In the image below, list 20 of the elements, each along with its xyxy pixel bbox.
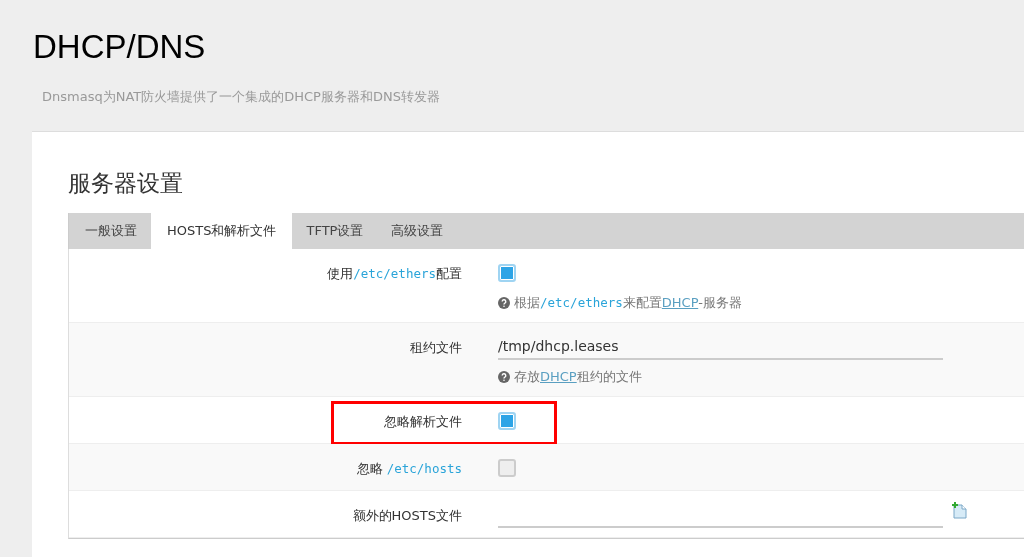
tab[interactable]: TFTP设置: [292, 213, 378, 249]
field-label: 忽略 /etc/hosts: [355, 460, 462, 478]
page-title: DHCP/DNS: [33, 28, 206, 66]
field-label: 租约文件: [409, 339, 462, 357]
add-file-icon[interactable]: [951, 501, 968, 519]
checkbox[interactable]: [498, 412, 516, 430]
tab[interactable]: 高级设置: [377, 213, 458, 249]
field-label: 忽略解析文件: [383, 413, 462, 431]
checkbox[interactable]: [498, 264, 516, 282]
field-label: 使用/etc/ethers配置: [326, 265, 462, 283]
tab[interactable]: 一般设置: [71, 213, 151, 249]
section-title: 服务器设置: [68, 169, 184, 198]
help-description: 存放DHCP租约的文件: [514, 368, 642, 386]
help-icon: [498, 297, 510, 309]
field-label: 额外的HOSTS文件: [351, 507, 462, 525]
help-icon: [498, 371, 510, 383]
tab[interactable]: HOSTS和解析文件: [151, 213, 293, 249]
checkbox[interactable]: [498, 459, 516, 477]
text-field[interactable]: /tmp/dhcp.leases: [498, 334, 943, 360]
help-description: 根据/etc/ethers来配置DHCP-服务器: [514, 294, 742, 312]
